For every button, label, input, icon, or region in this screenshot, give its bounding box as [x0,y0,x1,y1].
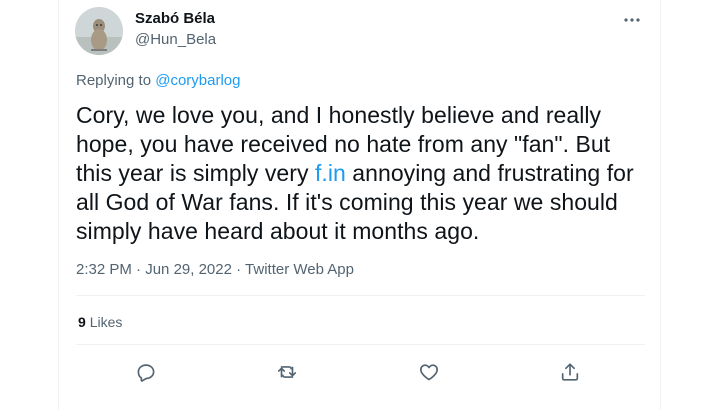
reply-mention-link[interactable]: @corybarlog [155,72,240,89]
replying-to: Replying to @corybarlog [76,72,240,89]
tweet-text: Cory, we love you, and I honestly believ… [76,101,646,246]
heart-icon [420,364,438,381]
like-button[interactable] [416,359,442,385]
share-button[interactable] [557,359,583,385]
tweet-source[interactable]: Twitter Web App [245,261,354,278]
divider [76,344,645,345]
meta-separator: · [231,261,246,278]
reply-icon [137,364,155,382]
page: Szabó Béla @Hun_Bela Replying to @coryba… [0,0,720,410]
share-icon [561,363,579,381]
avatar[interactable] [75,7,123,55]
replying-to-label: Replying to [76,72,156,89]
retweet-icon [277,366,297,378]
tweet-metadata: 2:32 PM · Jun 29, 2022 · Twitter Web App [76,261,354,278]
meta-separator: · [131,261,146,278]
display-name[interactable]: Szabó Béla [135,10,215,27]
tweet-inline-link[interactable]: f.in [315,160,346,186]
user-handle[interactable]: @Hun_Bela [135,31,216,48]
tweet-date[interactable]: Jun 29, 2022 [145,261,232,278]
likes-count: 9 [78,314,86,330]
tweet-time[interactable]: 2:32 PM [76,261,132,278]
reply-button[interactable] [133,359,159,385]
divider [76,295,645,296]
likes-label: Likes [89,314,123,330]
tweet-card: Szabó Béla @Hun_Bela Replying to @coryba… [58,0,661,410]
more-horizontal-icon[interactable] [621,10,643,30]
retweet-button[interactable] [274,359,300,385]
likes-stat[interactable]: 9 Likes [78,314,122,330]
